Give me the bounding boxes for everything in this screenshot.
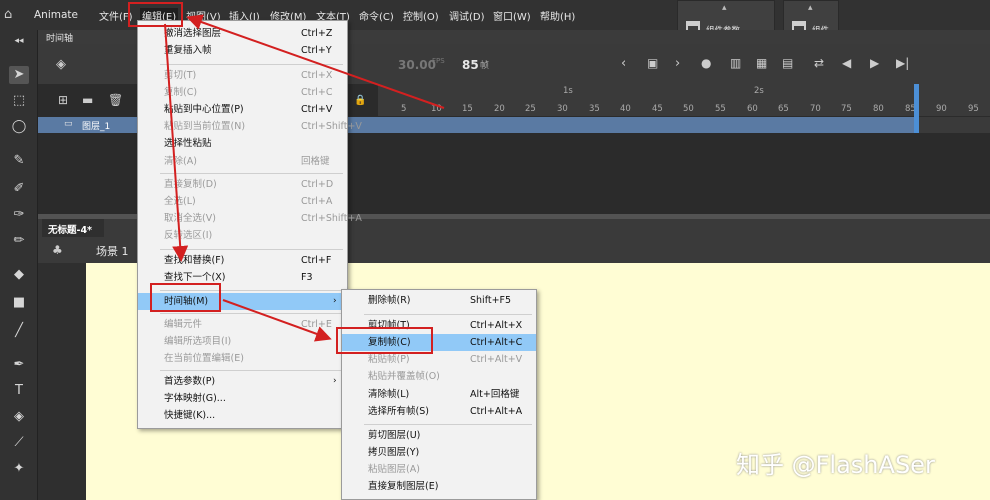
watermark: 知乎 @FlashASer (736, 451, 935, 479)
animate-window: ⌂ Animate 文件(F) 编辑(E) 视图(V) 插入(I) 修改(M) … (0, 0, 990, 500)
annotation-arrows (164, 14, 445, 342)
arrow-to-timeline-item (164, 23, 189, 262)
arrow-to-edit-menu (186, 14, 445, 109)
arrow-to-copy-frames (222, 299, 332, 342)
